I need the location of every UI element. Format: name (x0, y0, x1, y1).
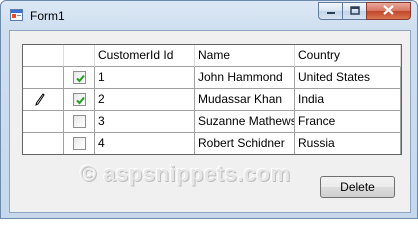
watermark: © aspsnippets.com (80, 161, 291, 186)
close-button[interactable] (366, 2, 411, 20)
close-icon (383, 4, 394, 18)
form1-window: Form1 CustomerId Id Name Country 1 John … (0, 0, 418, 219)
country-cell[interactable]: France (295, 111, 401, 133)
pencil-icon (35, 93, 45, 107)
column-header-checkbox[interactable] (64, 45, 95, 67)
row-checkbox-unchecked[interactable] (73, 137, 86, 150)
row-checkbox-checked[interactable] (73, 71, 86, 84)
minimize-icon (326, 4, 336, 18)
minimize-button[interactable] (318, 2, 343, 20)
customer-id-cell[interactable]: 3 (95, 111, 195, 133)
grid-header-row: CustomerId Id Name Country (23, 45, 401, 67)
column-header-customer-id[interactable]: CustomerId Id (95, 45, 195, 67)
column-header-id-label: Id (163, 48, 174, 62)
name-cell[interactable]: Robert Schidner (195, 133, 295, 154)
form-client-area: CustomerId Id Name Country 1 John Hammon… (9, 30, 411, 213)
table-row[interactable]: 4 Robert Schidner Russia (23, 133, 401, 154)
column-header-country[interactable]: Country (295, 45, 401, 67)
row-header[interactable] (23, 111, 64, 133)
window-title: Form1 (30, 9, 65, 23)
customer-id-cell[interactable]: 4 (95, 133, 195, 154)
row-checkbox-checked[interactable] (73, 93, 86, 106)
checkbox-cell[interactable] (64, 67, 95, 89)
title-bar[interactable]: Form1 (1, 1, 417, 29)
name-cell[interactable]: Mudassar Khan (195, 89, 295, 111)
customers-data-grid[interactable]: CustomerId Id Name Country 1 John Hammon… (22, 44, 402, 155)
customer-id-cell[interactable]: 2 (95, 89, 195, 111)
name-cell[interactable]: John Hammond (195, 67, 295, 89)
column-header-name[interactable]: Name (195, 45, 295, 67)
table-row[interactable]: 3 Suzanne Mathews France (23, 111, 401, 133)
customer-id-cell[interactable]: 1 (95, 67, 195, 89)
table-row[interactable]: 2 Mudassar Khan India (23, 89, 401, 111)
row-header[interactable] (23, 67, 64, 89)
country-cell[interactable]: United States (295, 67, 401, 89)
checkbox-cell[interactable] (64, 133, 95, 154)
table-row[interactable]: 1 John Hammond United States (23, 67, 401, 89)
maximize-icon (349, 4, 360, 18)
grid-corner-header[interactable] (23, 45, 64, 67)
name-cell[interactable]: Suzanne Mathews (195, 111, 295, 133)
row-header[interactable] (23, 89, 64, 111)
column-header-customer-id-label: CustomerId (98, 48, 161, 62)
row-header[interactable] (23, 133, 64, 154)
form-app-icon (10, 9, 23, 21)
country-cell[interactable]: Russia (295, 133, 401, 154)
row-checkbox-unchecked[interactable] (73, 115, 86, 128)
checkbox-cell[interactable] (64, 111, 95, 133)
country-cell[interactable]: India (295, 89, 401, 111)
checkbox-cell[interactable] (64, 89, 95, 111)
delete-button[interactable]: Delete (320, 176, 395, 198)
maximize-button[interactable] (342, 2, 367, 20)
